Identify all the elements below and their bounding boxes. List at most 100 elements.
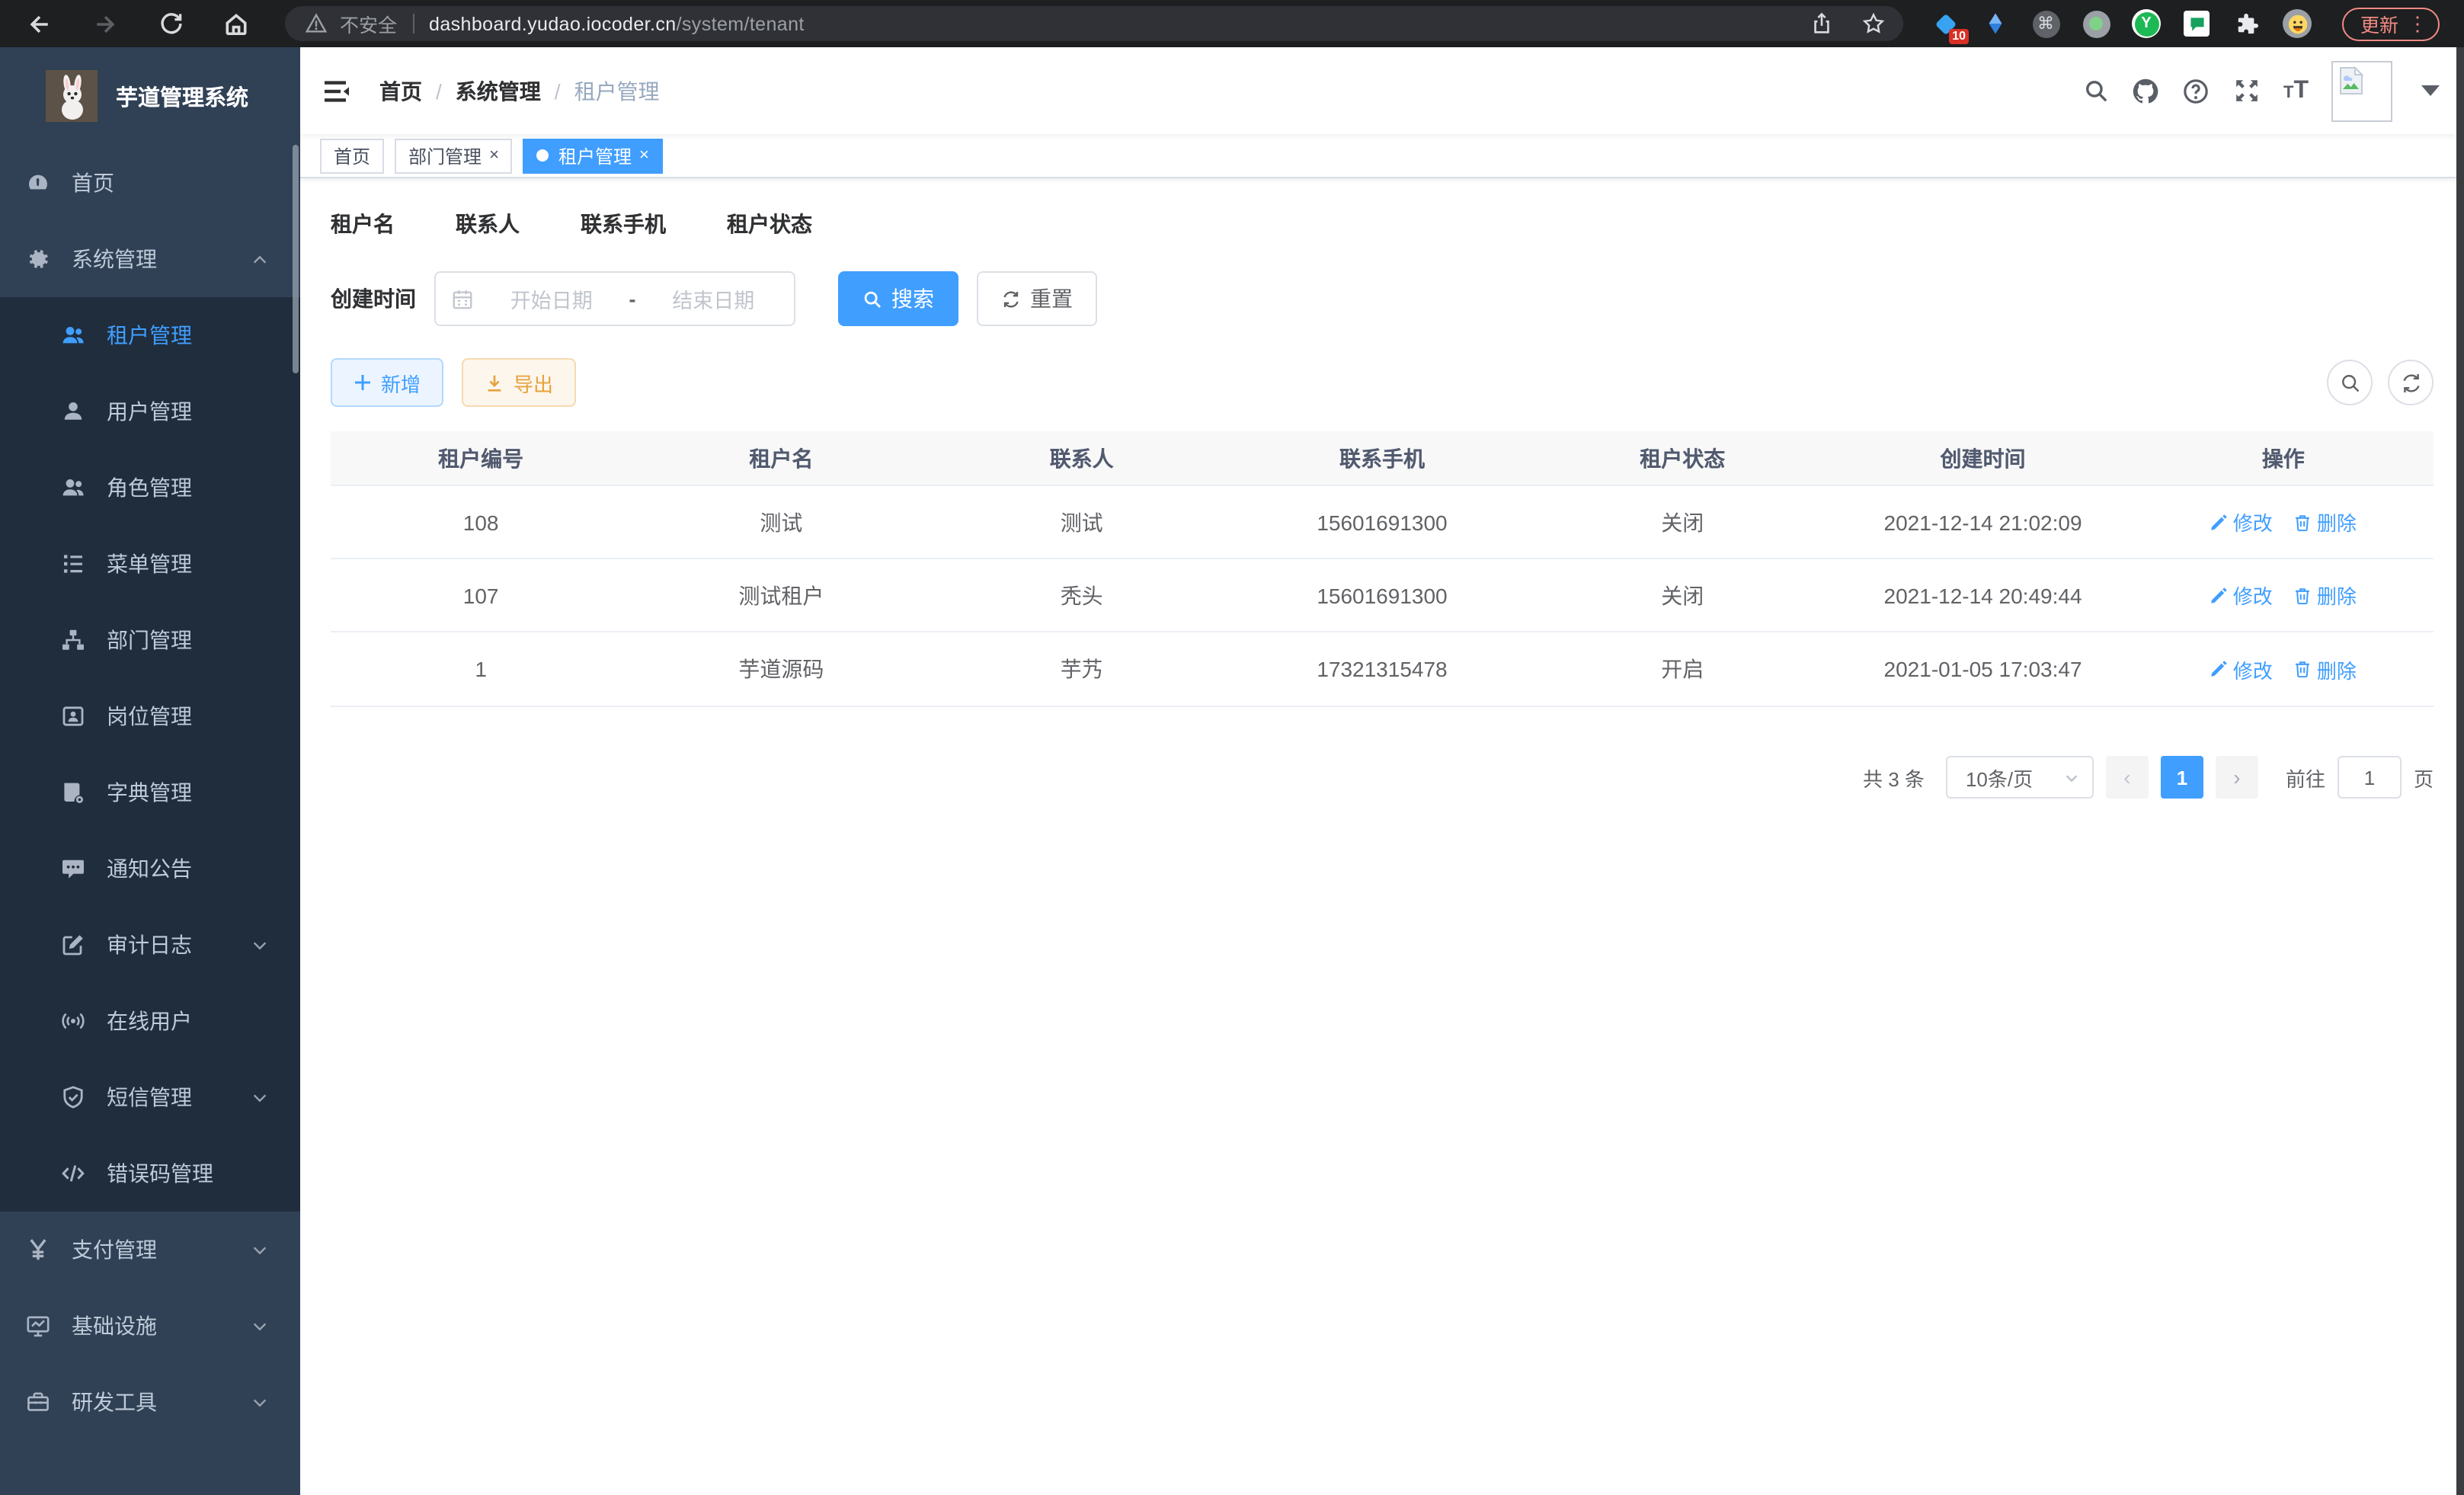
security-label[interactable]: 不安全 (340, 9, 397, 38)
table-header-cell: 联系人 (932, 443, 1232, 473)
sidebar-collapse-icon[interactable] (322, 75, 352, 106)
tab-租户管理[interactable]: 租户管理× (523, 138, 663, 173)
sidebar-item-label: 在线用户 (107, 1006, 192, 1036)
tab-close-icon[interactable]: × (639, 146, 649, 165)
screen: 不安全 dashboard.yudao.iocoder.cn/system/te… (0, 0, 2464, 1495)
refresh-button[interactable] (2388, 360, 2434, 405)
export-button[interactable]: 导出 (462, 358, 576, 407)
url-text[interactable]: dashboard.yudao.iocoder.cn/system/tenant (429, 13, 805, 34)
table-cell: 开启 (1532, 654, 1832, 684)
table-row: 107测试租户秃头15601691300关闭2021-12-14 20:49:4… (331, 559, 2434, 632)
search-button[interactable]: 搜索 (838, 271, 958, 326)
github-icon[interactable] (2133, 77, 2160, 104)
table-header-row: 租户编号租户名联系人联系手机租户状态创建时间操作 (331, 431, 2434, 486)
reset-button[interactable]: 重置 (977, 271, 1097, 326)
search-icon[interactable] (2082, 77, 2110, 104)
tab-close-icon[interactable]: × (489, 146, 499, 165)
extension-y-icon[interactable]: Y (2132, 9, 2161, 38)
sidebar-scrollbar-thumb[interactable] (293, 145, 299, 373)
sidebar-item-角色管理[interactable]: 角色管理 (0, 450, 300, 526)
edit-link[interactable]: 修改 (2210, 655, 2273, 683)
end-date-placeholder[interactable]: 结束日期 (648, 283, 779, 314)
toggle-search-button[interactable] (2327, 360, 2373, 405)
fullscreen-icon[interactable] (2233, 77, 2261, 104)
tab-首页[interactable]: 首页 (320, 138, 384, 173)
delete-link[interactable]: 删除 (2294, 581, 2357, 610)
browser-toolbar: 不安全 dashboard.yudao.iocoder.cn/system/te… (0, 0, 2464, 47)
create-time-range-picker[interactable]: 开始日期 - 结束日期 (434, 271, 795, 326)
edit-link[interactable]: 修改 (2210, 507, 2273, 536)
extension-diamond-icon[interactable]: 10 (1931, 9, 1960, 38)
home-icon[interactable] (221, 8, 251, 39)
browser-update-button[interactable]: 更新 ⋮ (2342, 7, 2440, 40)
breadcrumb-item[interactable]: 系统管理 (456, 75, 541, 106)
extension-green-dot-icon[interactable] (2082, 9, 2110, 38)
goto-page-input[interactable]: 1 (2338, 756, 2402, 799)
page-number-button[interactable]: 1 (2161, 756, 2203, 799)
forward-icon[interactable] (90, 8, 120, 39)
share-icon[interactable] (1806, 8, 1836, 39)
sidebar-item-label: 通知公告 (107, 853, 192, 884)
monitor-icon (26, 1314, 50, 1338)
sidebar-item-在线用户[interactable]: 在线用户 (0, 983, 300, 1059)
start-date-placeholder[interactable]: 开始日期 (486, 283, 617, 314)
sidebar-item-短信管理[interactable]: 短信管理 (0, 1059, 300, 1135)
sidebar-item-研发工具[interactable]: 研发工具 (0, 1364, 300, 1440)
extension-emoji-icon[interactable] (2283, 9, 2312, 38)
gauge-icon (26, 171, 50, 195)
table-cell: 2021-01-05 17:03:47 (1832, 657, 2133, 681)
extension-command-icon[interactable]: ⌘ (2031, 9, 2060, 38)
filter-租户名: 租户名 (331, 209, 413, 239)
delete-link[interactable]: 删除 (2294, 507, 2357, 536)
help-icon[interactable] (2183, 77, 2210, 104)
sidebar-item-基础设施[interactable]: 基础设施 (0, 1288, 300, 1364)
avatar-dropdown-caret[interactable] (2421, 85, 2440, 96)
next-page-button[interactable]: › (2216, 756, 2258, 799)
extension-puzzle-icon[interactable] (2232, 9, 2261, 38)
sidebar-item-错误码管理[interactable]: 错误码管理 (0, 1135, 300, 1212)
browser-menu-icon[interactable]: ⋮ (2408, 14, 2427, 34)
edit-link[interactable]: 修改 (2210, 581, 2273, 610)
not-secure-warning-icon[interactable] (300, 8, 331, 39)
bookmark-star-icon[interactable] (1858, 8, 1888, 39)
sidebar-item-部门管理[interactable]: 部门管理 (0, 602, 300, 678)
extension-kite-icon[interactable] (1981, 9, 2010, 38)
page-size-select[interactable]: 10条/页 (1946, 756, 2094, 799)
extension-chat-icon[interactable] (2182, 9, 2211, 38)
sidebar-item-岗位管理[interactable]: 岗位管理 (0, 678, 300, 754)
address-separator (412, 14, 414, 34)
delete-link[interactable]: 删除 (2294, 655, 2357, 683)
chevron-down-icon (251, 1318, 267, 1333)
sidebar-item-用户管理[interactable]: 用户管理 (0, 373, 300, 450)
gear-icon (26, 247, 50, 271)
org-icon (61, 628, 85, 652)
sidebar-item-支付管理[interactable]: 支付管理 (0, 1212, 300, 1288)
table-cell-actions: 修改删除 (2133, 507, 2434, 536)
app-logo[interactable]: 芋道管理系统 (0, 47, 300, 145)
avatar-broken-image[interactable] (2331, 60, 2392, 121)
users-icon (61, 475, 85, 500)
address-bar[interactable]: 不安全 dashboard.yudao.iocoder.cn/system/te… (285, 6, 1903, 41)
font-size-icon[interactable]: TT (2283, 77, 2309, 104)
app-title: 芋道管理系统 (116, 80, 248, 112)
sidebar-item-系统管理[interactable]: 系统管理 (0, 221, 300, 297)
reload-icon[interactable] (155, 8, 186, 39)
back-icon[interactable] (24, 8, 55, 39)
sidebar-item-审计日志[interactable]: 审计日志 (0, 907, 300, 983)
sidebar-item-字典管理[interactable]: 字典管理 (0, 754, 300, 831)
prev-page-button[interactable]: ‹ (2106, 756, 2149, 799)
add-button[interactable]: 新增 (331, 358, 443, 407)
tab-部门管理[interactable]: 部门管理× (395, 138, 513, 173)
table-header-cell: 租户名 (631, 443, 931, 473)
delete-link-label: 删除 (2317, 581, 2357, 610)
filter-row-1: 租户名联系人联系手机租户状态 (331, 209, 2434, 239)
breadcrumb: 首页/系统管理/租户管理 (379, 75, 660, 106)
sidebar-item-菜单管理[interactable]: 菜单管理 (0, 526, 300, 602)
breadcrumb-item[interactable]: 首页 (379, 75, 422, 106)
sidebar-item-首页[interactable]: 首页 (0, 145, 300, 221)
sidebar-item-租户管理[interactable]: 租户管理 (0, 297, 300, 373)
table-header-cell: 联系手机 (1232, 443, 1532, 473)
chevron-down-icon (251, 937, 267, 952)
page-unit-label: 页 (2414, 763, 2434, 792)
sidebar-item-通知公告[interactable]: 通知公告 (0, 831, 300, 907)
